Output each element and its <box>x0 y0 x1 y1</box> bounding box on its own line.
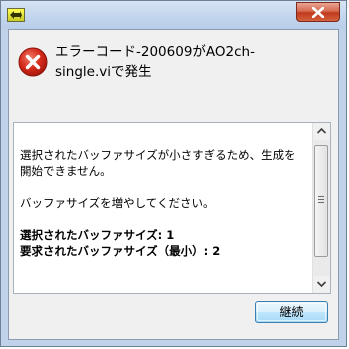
error-title-line1: エラーコード-200609がAO2ch- <box>55 44 255 60</box>
error-icon <box>18 47 48 77</box>
message-line: 選択されたバッファサイズが小さすぎるため、生成を <box>20 148 296 162</box>
scrollbar-thumb[interactable] <box>314 145 328 257</box>
message-line: 要求されたバッファサイズ（最小）: 2 <box>20 244 221 258</box>
message-textbox[interactable]: 選択されたバッファサイズが小さすぎるため、生成を 開始できません。 バッファサイ… <box>13 122 331 294</box>
chevron-down-icon <box>317 281 326 287</box>
close-icon <box>312 7 324 18</box>
labview-app-icon[interactable] <box>7 8 25 22</box>
error-title-line2: single.viで発生 <box>55 64 152 80</box>
close-button[interactable] <box>296 2 340 22</box>
title-bar <box>1 1 346 29</box>
vertical-scrollbar[interactable] <box>312 123 330 293</box>
dialog-body: エラーコード-200609がAO2ch- single.viで発生 選択されたバ… <box>8 29 339 340</box>
message-content: 選択されたバッファサイズが小さすぎるため、生成を 開始できません。 バッファサイ… <box>20 147 308 259</box>
scroll-down-button[interactable] <box>313 276 330 293</box>
grip-icon <box>318 196 324 205</box>
chevron-up-icon <box>317 128 326 134</box>
continue-button[interactable]: 継続 <box>255 301 328 323</box>
error-title: エラーコード-200609がAO2ch- single.viで発生 <box>55 42 305 82</box>
error-dialog-window: エラーコード-200609がAO2ch- single.viで発生 選択されたバ… <box>0 0 347 347</box>
message-line: 選択されたバッファサイズ: 1 <box>20 228 175 242</box>
scroll-up-button[interactable] <box>313 123 330 140</box>
message-line: バッファサイズを増やしてください。 <box>20 196 215 210</box>
message-line: 開始できません。 <box>20 164 112 178</box>
